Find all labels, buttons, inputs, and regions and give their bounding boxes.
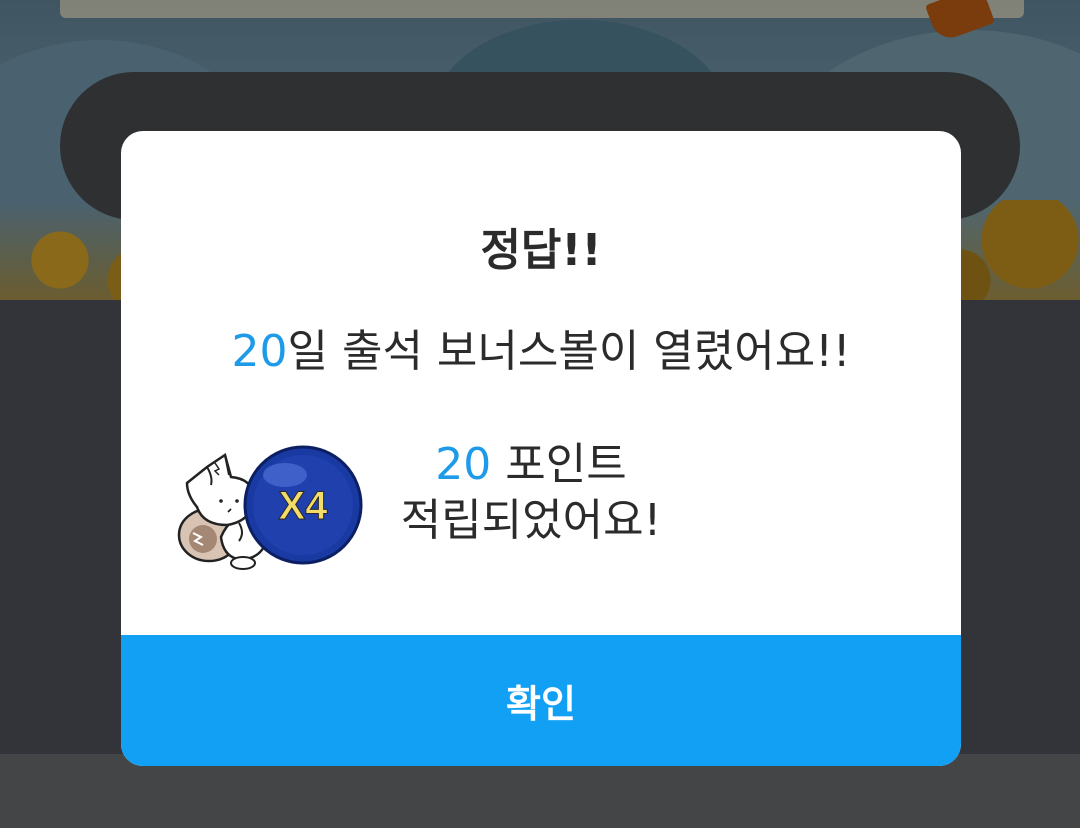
reward-info: 20 포인트 적립되었어요! [361,437,701,549]
bonus-ball-icon: X4 [243,445,363,565]
points-label: 포인트 [491,439,627,490]
dialog-title: 정답!! [480,225,602,276]
ball-multiplier-label: X4 [279,484,329,528]
bonus-message-text: 일 출석 보너스볼이 열렸어요!! [287,326,851,377]
confirm-button[interactable]: 확인 [121,635,961,766]
reward-illustration: X4 [177,445,363,570]
bonus-message: 20일 출석 보너스볼이 열렸어요!! [121,324,961,380]
result-dialog: 정답!! 20일 출석 보너스볼이 열렸어요!! X4 20 포인트 적립되었어… [121,131,961,766]
points-status: 적립되었어요! [400,495,662,546]
attendance-days: 20 [231,326,288,377]
points-value: 20 [435,439,492,490]
background-card [60,0,1024,18]
points-line: 20 포인트 [361,437,701,493]
